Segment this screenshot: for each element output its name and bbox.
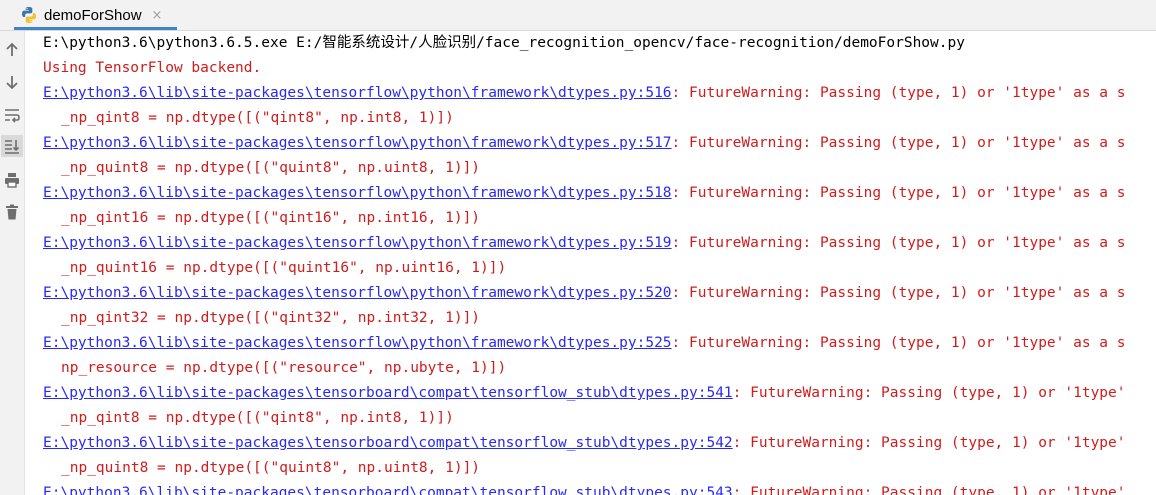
stack-trace-link[interactable]: E:\python3.6\lib\site-packages\tensorflo… (43, 335, 672, 351)
scroll-to-end-icon[interactable] (1, 135, 23, 157)
arrow-up-icon[interactable] (1, 39, 23, 61)
stack-trace-link[interactable]: E:\python3.6\lib\site-packages\tensorflo… (43, 185, 672, 201)
run-console-output[interactable]: E:\python3.6\python3.6.5.exe E:/智能系统设计/人… (43, 31, 1156, 495)
console-code-line: _np_qint32 = np.dtype([("qint32", np.int… (61, 310, 481, 326)
stack-trace-link[interactable]: E:\python3.6\lib\site-packages\tensorboa… (43, 435, 733, 451)
stack-trace-link[interactable]: E:\python3.6\lib\site-packages\tensorflo… (43, 135, 672, 151)
warning-message: : FutureWarning: Passing (type, 1) or '1… (671, 235, 1126, 251)
warning-message: : FutureWarning: Passing (type, 1) or '1… (732, 485, 1126, 495)
console-warning-line: E:\python3.6\lib\site-packages\tensorflo… (43, 231, 1156, 256)
stack-trace-link[interactable]: E:\python3.6\lib\site-packages\tensorboa… (43, 485, 733, 495)
warning-message: : FutureWarning: Passing (type, 1) or '1… (671, 135, 1126, 151)
warning-message: : FutureWarning: Passing (type, 1) or '1… (671, 285, 1126, 301)
warning-message: : FutureWarning: Passing (type, 1) or '1… (732, 385, 1126, 401)
stack-trace-link[interactable]: E:\python3.6\lib\site-packages\tensorflo… (43, 85, 672, 101)
warning-message: : FutureWarning: Passing (type, 1) or '1… (671, 185, 1126, 201)
console-command-line: E:\python3.6\python3.6.5.exe E:/智能系统设计/人… (43, 35, 965, 51)
tab-demoforshow[interactable]: demoForShow × (14, 0, 168, 30)
stack-trace-link[interactable]: E:\python3.6\lib\site-packages\tensorflo… (43, 235, 672, 251)
console-backend-line: Using TensorFlow backend. (43, 60, 262, 76)
stack-trace-link[interactable]: E:\python3.6\lib\site-packages\tensorboa… (43, 385, 733, 401)
console-warning-line: E:\python3.6\lib\site-packages\tensorflo… (43, 181, 1156, 206)
python-file-icon (22, 7, 36, 23)
console-code-line: _np_qint8 = np.dtype([("qint8", np.int8,… (61, 410, 454, 426)
console-warning-line: E:\python3.6\lib\site-packages\tensorboa… (43, 481, 1156, 495)
tab-close-icon[interactable]: × (152, 8, 163, 23)
warning-message: : FutureWarning: Passing (type, 1) or '1… (671, 85, 1126, 101)
soft-wrap-icon[interactable] (1, 104, 23, 126)
console-code-line: _np_quint8 = np.dtype([("quint8", np.uin… (61, 160, 481, 176)
console-warning-line: E:\python3.6\lib\site-packages\tensorflo… (43, 281, 1156, 306)
console-warning-line: E:\python3.6\lib\site-packages\tensorboa… (43, 431, 1156, 456)
editor-tab-bar: demoForShow × (0, 0, 1156, 31)
console-warning-line: E:\python3.6\lib\site-packages\tensorflo… (43, 131, 1156, 156)
warning-message: : FutureWarning: Passing (type, 1) or '1… (671, 335, 1126, 351)
active-tab-indicator (14, 27, 177, 30)
console-code-line: _np_quint16 = np.dtype([("quint16", np.u… (61, 260, 507, 276)
console-warning-line: E:\python3.6\lib\site-packages\tensorflo… (43, 81, 1156, 106)
console-code-line: np_resource = np.dtype([("resource", np.… (61, 360, 507, 376)
arrow-down-icon[interactable] (1, 71, 23, 93)
print-icon[interactable] (1, 169, 23, 191)
console-toolbar (0, 31, 25, 495)
stack-trace-link[interactable]: E:\python3.6\lib\site-packages\tensorflo… (43, 285, 672, 301)
console-warning-line: E:\python3.6\lib\site-packages\tensorflo… (43, 331, 1156, 356)
warning-message: : FutureWarning: Passing (type, 1) or '1… (732, 435, 1126, 451)
trash-icon[interactable] (1, 201, 23, 223)
console-warning-line: E:\python3.6\lib\site-packages\tensorboa… (43, 381, 1156, 406)
console-code-line: _np_quint8 = np.dtype([("quint8", np.uin… (61, 460, 481, 476)
console-code-line: _np_qint8 = np.dtype([("qint8", np.int8,… (61, 110, 454, 126)
console-code-line: _np_qint16 = np.dtype([("qint16", np.int… (61, 210, 481, 226)
tab-title: demoForShow (44, 6, 142, 24)
